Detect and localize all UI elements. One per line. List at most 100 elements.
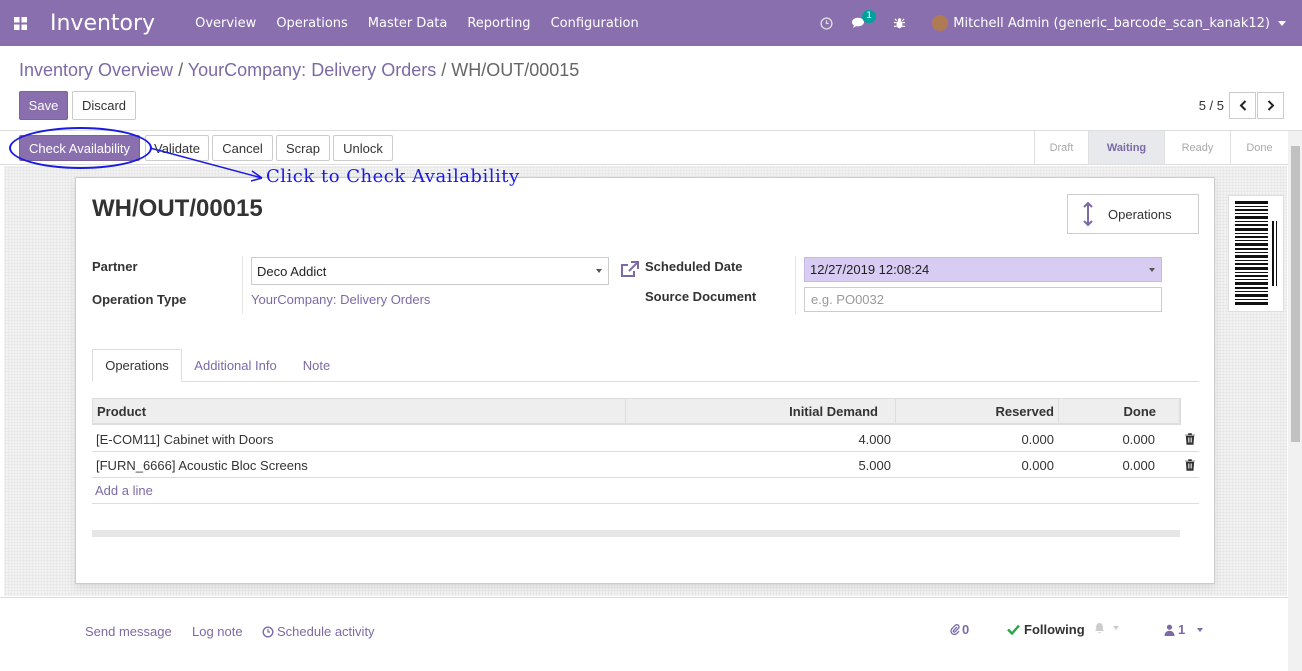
check-icon	[1007, 624, 1020, 635]
chatter-divider	[0, 597, 1288, 598]
pager-next-button[interactable]	[1257, 92, 1284, 119]
operation-type-label: Operation Type	[92, 292, 187, 307]
scheduled-date-field[interactable]: 12/27/2019 12:08:24	[804, 257, 1162, 282]
chevron-down-icon[interactable]	[596, 269, 602, 273]
chevron-down-icon[interactable]	[1149, 268, 1155, 272]
top-navbar: Inventory Overview Operations Master Dat…	[0, 0, 1302, 46]
partner-select[interactable]: Deco Addict	[251, 257, 609, 285]
menu-master-data[interactable]: Master Data	[368, 16, 448, 31]
tab-operations[interactable]: Operations	[92, 349, 182, 382]
following-label: Following	[1024, 622, 1085, 637]
bell-icon	[1095, 623, 1104, 634]
attachments-count: 0	[962, 622, 970, 637]
clock-icon[interactable]	[820, 16, 833, 30]
scheduled-date-value: 12/27/2019 12:08:24	[810, 262, 930, 277]
cell-product: [E-COM11] Cabinet with Doors	[96, 431, 274, 447]
table-header: Product Initial Demand Reserved Done	[92, 398, 1181, 425]
avatar[interactable]	[932, 15, 949, 31]
column-reserved[interactable]: Reserved	[896, 399, 1059, 424]
tab-note[interactable]: Note	[294, 349, 339, 382]
scheduled-date-label: Scheduled Date	[645, 259, 743, 274]
discard-button[interactable]: Discard	[72, 91, 136, 120]
operations-smart-button-label: Operations	[1108, 206, 1172, 222]
apps-menu-icon[interactable]	[0, 0, 40, 46]
annotation-text: Click to Check Availability	[266, 166, 520, 187]
vertical-arrows-icon	[1068, 201, 1108, 227]
log-note-button[interactable]: Log note	[192, 624, 243, 639]
source-document-input[interactable]: e.g. PO0032	[804, 287, 1162, 312]
add-a-line-link[interactable]: Add a line	[95, 483, 153, 498]
send-message-button[interactable]: Send message	[85, 624, 172, 639]
stage-ready: Ready	[1164, 131, 1230, 164]
chevron-right-icon	[1267, 100, 1274, 111]
table-row[interactable]: [E-COM11] Cabinet with Doors 4.000 0.000…	[92, 426, 1199, 452]
source-document-label: Source Document	[645, 289, 757, 304]
table-row[interactable]: [FURN_6666] Acoustic Bloc Screens 5.000 …	[92, 452, 1199, 478]
notebook-tabs: Operations Additional Info Note	[92, 349, 1199, 382]
validate-button[interactable]: Validate	[145, 135, 209, 161]
breadcrumb-current: WH/OUT/00015	[451, 60, 580, 80]
check-availability-button[interactable]: Check Availability	[19, 135, 140, 161]
chevron-down-icon[interactable]	[1197, 627, 1204, 632]
trash-icon[interactable]	[1185, 433, 1195, 445]
scrollbar-thumb[interactable]	[1291, 146, 1300, 442]
unlock-button[interactable]: Unlock	[333, 135, 393, 161]
breadcrumb: Inventory Overview / YourCompany: Delive…	[19, 60, 579, 81]
stage-waiting: Waiting	[1088, 131, 1164, 164]
save-button[interactable]: Save	[19, 91, 68, 120]
followers-count: 1	[1178, 622, 1186, 637]
menu-configuration[interactable]: Configuration	[551, 16, 639, 31]
menu-overview[interactable]: Overview	[195, 16, 256, 31]
chat-icon[interactable]: 1	[851, 9, 876, 30]
menu-operations[interactable]: Operations	[276, 16, 347, 31]
chevron-left-icon	[1239, 100, 1246, 111]
stage-done: Done	[1230, 131, 1288, 164]
column-initial-demand[interactable]: Initial Demand	[626, 399, 896, 424]
stage-draft: Draft	[1034, 131, 1088, 164]
user-menu[interactable]: Mitchell Admin (generic_barcode_scan_kan…	[953, 16, 1270, 31]
clock-icon	[262, 625, 274, 638]
cancel-button[interactable]: Cancel	[212, 135, 273, 161]
field-divider	[795, 256, 796, 314]
attachments-button[interactable]: 0	[950, 622, 969, 637]
schedule-activity-label: Schedule activity	[277, 624, 375, 639]
external-link-icon[interactable]	[620, 261, 639, 282]
table-footer	[92, 530, 1180, 537]
breadcrumb-separator: /	[441, 60, 447, 80]
cell-initial-demand: 4.000	[858, 431, 891, 447]
cell-done: 0.000	[1122, 457, 1155, 473]
operation-type-link[interactable]: YourCompany: Delivery Orders	[251, 292, 430, 307]
following-button[interactable]: Following	[1007, 622, 1085, 637]
cell-reserved: 0.000	[1021, 431, 1054, 447]
tab-additional-info[interactable]: Additional Info	[187, 349, 284, 382]
breadcrumb-separator: /	[178, 60, 184, 80]
cell-reserved: 0.000	[1021, 457, 1054, 473]
column-product[interactable]: Product	[93, 399, 626, 424]
bug-icon[interactable]	[893, 17, 906, 30]
breadcrumb-inventory-overview[interactable]: Inventory Overview	[19, 60, 173, 80]
cell-product: [FURN_6666] Acoustic Bloc Screens	[96, 457, 308, 473]
trash-icon[interactable]	[1185, 459, 1195, 471]
user-icon	[1164, 624, 1175, 636]
menu-reporting[interactable]: Reporting	[467, 16, 530, 31]
pager-value: 5 / 5	[1198, 98, 1224, 113]
partner-value: Deco Addict	[257, 263, 327, 279]
chevron-down-icon[interactable]	[1278, 20, 1286, 26]
chevron-down-icon[interactable]	[1113, 626, 1119, 630]
operations-smart-button[interactable]: Operations	[1067, 194, 1199, 234]
field-divider	[242, 256, 243, 314]
schedule-activity-button[interactable]: Schedule activity	[262, 624, 375, 639]
cell-done: 0.000	[1122, 431, 1155, 447]
breadcrumb-delivery-orders[interactable]: YourCompany: Delivery Orders	[188, 60, 436, 80]
stage-bar: Draft Waiting Ready Done	[1034, 131, 1288, 164]
column-done[interactable]: Done	[1059, 399, 1180, 424]
messages-badge: 1	[862, 9, 876, 23]
app-title[interactable]: Inventory	[50, 11, 155, 36]
barcode-image	[1228, 195, 1284, 312]
pager-previous-button[interactable]	[1229, 92, 1256, 119]
followers-button[interactable]: 1	[1164, 622, 1204, 637]
partner-label: Partner	[92, 259, 138, 274]
notification-bell-button[interactable]	[1094, 622, 1119, 634]
scrap-button[interactable]: Scrap	[276, 135, 330, 161]
cell-initial-demand: 5.000	[858, 457, 891, 473]
